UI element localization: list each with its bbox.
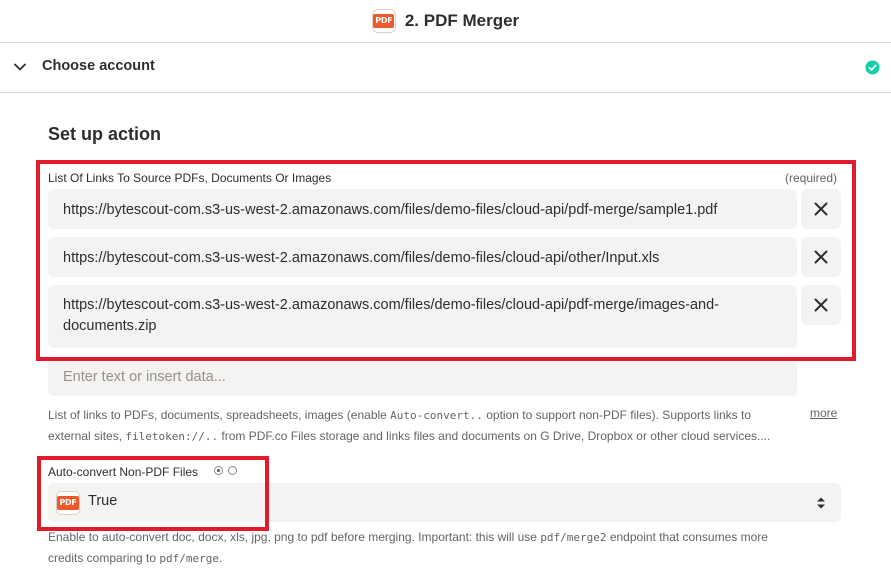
pdf-app-icon: PDF — [56, 491, 80, 515]
autoconvert-value: True — [88, 493, 118, 509]
links-help-text: List of links to PDFs, documents, spread… — [48, 405, 808, 447]
links-field-label: List Of Links To Source PDFs, Documents … — [48, 171, 332, 185]
autoconvert-help-line1-a: Enable to auto-convert doc, docx, xls, j… — [48, 530, 541, 544]
radio-on-icon[interactable] — [214, 466, 223, 475]
autoconvert-help-text: Enable to auto-convert doc, docx, xls, j… — [48, 527, 808, 569]
check-circle-icon — [865, 60, 880, 75]
chevron-down-icon[interactable] — [13, 60, 27, 74]
account-divider — [0, 92, 891, 93]
autoconvert-help-line2-c: . — [219, 551, 223, 565]
links-help-code-2: filetoken://.. — [125, 430, 219, 443]
url-input-1[interactable]: https://bytescout-com.s3-us-west-2.amazo… — [48, 189, 797, 229]
links-help-line1-a: List of links to PDFs, documents, spread… — [48, 408, 391, 422]
links-help-line2-a: external sites, — [48, 429, 126, 443]
required-indicator: (required) — [785, 171, 838, 185]
autoconvert-help-line1-c: endpoint that consumes more — [606, 530, 768, 544]
autoconvert-help-code-2: pdf/merge — [159, 552, 219, 565]
choose-account-label: Choose account — [42, 58, 155, 74]
updown-arrows-icon — [817, 497, 825, 509]
setup-action-title: Set up action — [48, 124, 162, 144]
remove-url-3-button[interactable] — [801, 285, 841, 325]
autoconvert-help-line2-a: credits comparing to — [48, 551, 160, 565]
url-input-2[interactable]: https://bytescout-com.s3-us-west-2.amazo… — [48, 237, 797, 277]
remove-url-2-button[interactable] — [801, 237, 841, 277]
more-link[interactable]: more — [810, 406, 837, 420]
choose-account-row[interactable]: Choose account — [0, 43, 891, 92]
close-icon — [814, 298, 828, 312]
close-icon — [814, 250, 828, 264]
url-input-3[interactable]: https://bytescout-com.s3-us-west-2.amazo… — [48, 285, 797, 348]
pdf-select-icon-text: PDF — [57, 496, 79, 510]
new-url-input[interactable] — [48, 358, 797, 396]
step-header: PDF 2. PDF Merger — [0, 0, 891, 42]
pdf-app-icon-text: PDF — [373, 14, 395, 28]
pdf-app-icon: PDF — [371, 9, 396, 33]
links-help-code-1: Auto-convert.. — [390, 409, 483, 422]
links-help-line1-c: option to support non-PDF files). Suppor… — [482, 408, 752, 422]
radio-off-icon[interactable] — [228, 466, 237, 475]
autoconvert-label: Auto-convert Non-PDF Files — [48, 465, 199, 479]
autoconvert-help-code-1: pdf/merge2 — [540, 531, 607, 544]
links-help-line2-c: from PDF.co Files storage and links file… — [218, 429, 771, 443]
step-title: 2. PDF Merger — [404, 11, 520, 30]
close-icon — [814, 202, 828, 216]
autoconvert-select[interactable]: PDF True — [48, 483, 841, 522]
remove-url-1-button[interactable] — [801, 189, 841, 229]
